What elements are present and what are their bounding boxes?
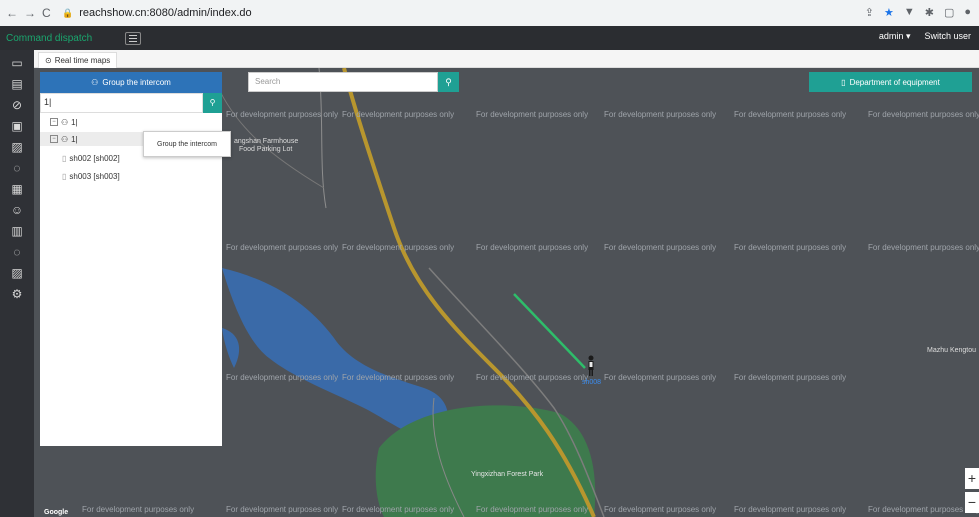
map-label-park: Yingxizhan Forest Park [471,471,544,478]
department-button-label: Department of equipment [849,77,940,87]
settings-ring-icon[interactable]: ◌ [13,161,20,176]
watermark: For development purposes only [342,243,455,252]
lake [222,328,240,368]
watermark: For development purposes only [604,243,717,252]
watermark: For development purposes only [604,373,717,382]
tree-label: 1| [71,134,78,144]
monitor-icon[interactable]: ▭ [11,56,22,71]
watermark: For development purposes only [342,373,455,382]
search-icon[interactable]: ⚲ [203,93,222,113]
list-icon[interactable]: ▥ [11,224,22,239]
map-search-input[interactable]: Search [248,72,438,92]
user-area: admin ▾ Switch user [879,31,971,42]
device-icon[interactable]: ▣ [11,119,22,134]
watermark: For development purposes only [226,373,339,382]
folder-icon[interactable]: ▤ [11,77,22,92]
tree-group-node[interactable]: − ⚇ 1| [50,115,78,129]
map-label-parking: Food Parking Lot [239,146,293,153]
menu-toggle-icon[interactable] [125,31,141,45]
left-sidebar: ▭ ▤ ⊘ ▣ ▨ ◌ ▦ ☺ ▥ ◌ ▨ ⚙ [0,50,34,517]
filter-icon[interactable]: ▼ [904,6,915,19]
watermark: For development purposes only [734,505,847,514]
map-pin-icon: ⊙ [45,56,52,65]
browser-nav: ← → C [0,6,60,20]
person-marker-label: sh008 [582,379,602,386]
watermark: For development purposes only [476,243,589,252]
switch-user-link[interactable]: Switch user [924,31,971,42]
lake [222,268,448,440]
tab-bar: ⊙ Real time maps [34,50,979,68]
watermark: For development purposes only [342,110,455,119]
user-menu[interactable]: admin ▾ [879,31,911,42]
extensions-icon[interactable]: ✱ [925,6,934,19]
watermark: For development purposes only [868,505,979,514]
browser-toolbar: ← → C 🔒 reachshow.cn:8080/admin/index.do… [0,0,979,26]
watermark: For development purposes only [734,243,847,252]
group-node-icon: ⚇ [61,117,69,127]
search-icon[interactable]: ⚲ [438,72,459,92]
watermark: For development purposes only [734,110,847,119]
group-tooltip: Group the intercom [143,131,231,157]
zoom-out-button[interactable]: − [965,492,979,513]
note-alt-icon[interactable]: ▨ [11,266,22,281]
profile-icon[interactable]: ● [964,6,971,19]
tab-real-time-maps[interactable]: ⊙ Real time maps [38,52,118,68]
watermark: For development purposes only [604,505,717,514]
device-icon: ▯ [841,77,846,87]
device-status-icon: ▯ [62,171,67,181]
watermark: For development purposes only [868,110,979,119]
watermark: For development purposes only [476,373,589,382]
ring-icon[interactable]: ◌ [13,245,20,260]
map-label-mazhu: Mazhu Kengtou [927,347,977,354]
smile-icon[interactable]: ☺ [11,203,23,218]
department-equipment-button[interactable]: ▯ Department of equipment [809,72,972,92]
tree-label: sh002 [sh002] [69,153,120,163]
collapse-icon[interactable]: − [50,135,58,143]
tree-label: 1| [71,117,78,127]
tree-label: sh003 [sh003] [69,171,120,181]
window-icon[interactable]: ▢ [944,6,954,19]
calendar-icon[interactable]: ▦ [11,182,22,197]
check-circle-icon[interactable]: ⊘ [12,98,22,113]
watermark: For development purposes only [226,243,339,252]
watermark: For development purposes only [82,505,195,514]
group-search-input[interactable]: 1| [40,93,203,113]
tree-device-node[interactable]: ▯ sh002 [sh002] [62,151,120,165]
url-text[interactable]: reachshow.cn:8080/admin/index.do [79,7,251,19]
watermark: For development purposes only [226,505,339,514]
tree-device-node[interactable]: ▯ sh003 [sh003] [62,169,120,183]
group-node-icon: ⚇ [61,134,69,144]
device-status-icon: ▯ [62,153,67,163]
watermark: For development purposes only [868,243,979,252]
watermark: For development purposes only [476,110,589,119]
watermark: For development purposes only [342,505,455,514]
watermark: For development purposes only [734,373,847,382]
zoom-in-button[interactable]: + [965,468,979,489]
person-marker-icon[interactable] [587,355,595,377]
app-header: Command dispatch admin ▾ Switch user [0,26,979,50]
map-label-farmhouse: angshan Farmhouse [234,138,299,145]
address-bar[interactable]: 🔒 reachshow.cn:8080/admin/index.do [62,7,252,19]
share-icon[interactable]: ⇪ [865,6,874,19]
browser-extensions: ⇪ ★ ▼ ✱ ▢ ● [865,6,971,19]
forward-icon[interactable]: → [24,6,36,20]
watermark: For development purposes only [476,505,589,514]
tab-label: Real time maps [54,56,111,65]
bookmark-star-icon[interactable]: ★ [884,6,894,19]
track-line [513,293,586,369]
group-intercom-header[interactable]: ⚇ Group the intercom [40,72,222,93]
panel-title: Group the intercom [102,78,171,87]
app-title: Command dispatch [6,32,93,44]
lock-icon: 🔒 [62,7,74,18]
gear-icon[interactable]: ⚙ [12,287,23,302]
note-icon[interactable]: ▨ [11,140,22,155]
watermark: For development purposes only [604,110,717,119]
google-logo: Google [44,509,69,516]
watermark: For development purposes only [226,110,339,119]
collapse-icon[interactable]: − [50,118,58,126]
group-icon: ⚇ [91,78,99,87]
reload-icon[interactable]: C [42,6,51,20]
back-icon[interactable]: ← [6,6,18,20]
